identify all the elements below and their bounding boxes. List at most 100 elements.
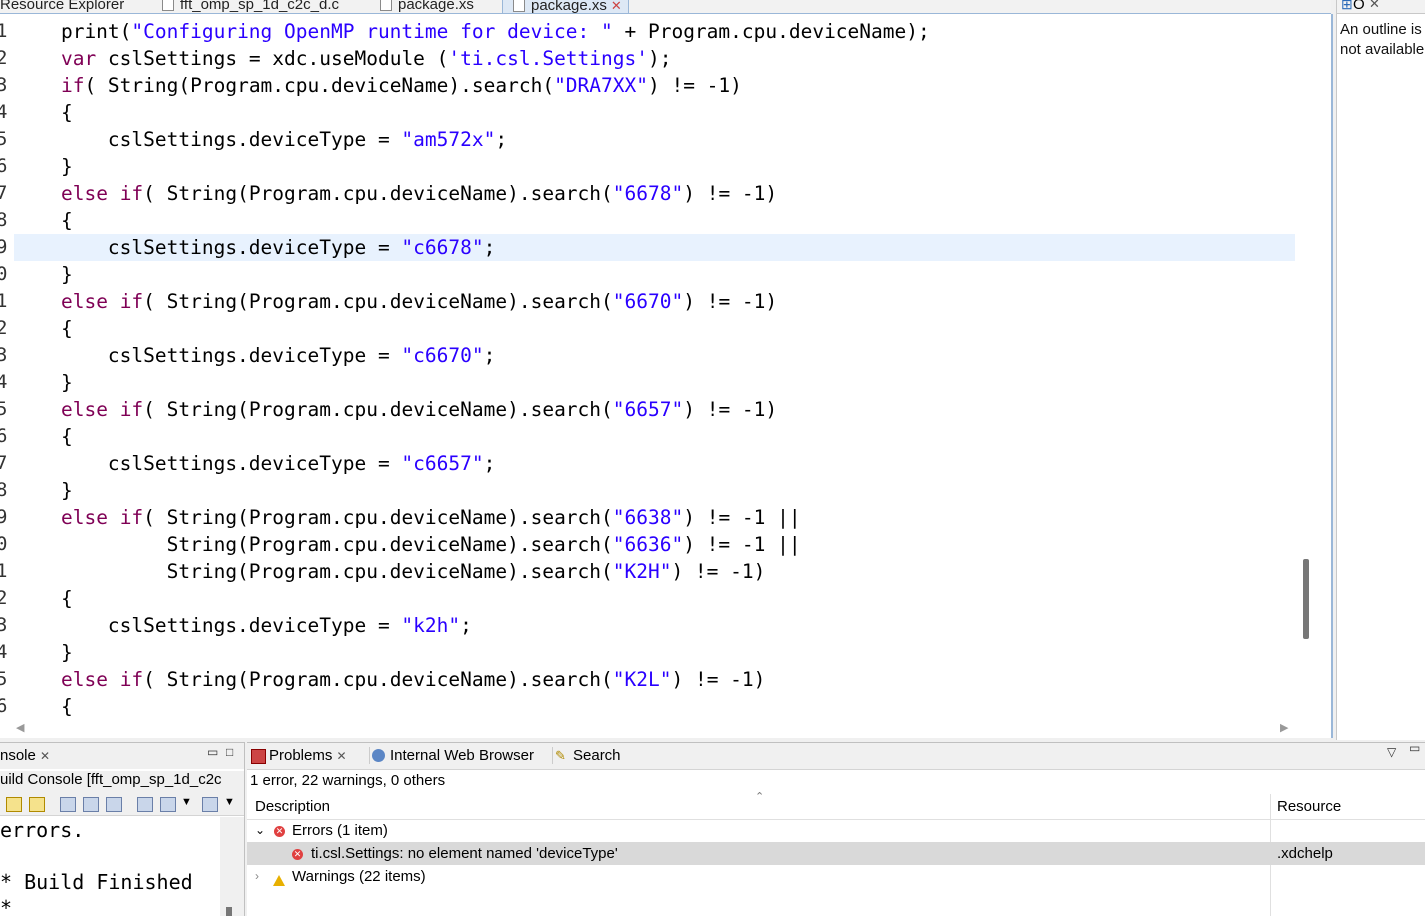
console-options-icon[interactable] xyxy=(106,797,122,812)
console-view: nsole ✕ ▭ □ uild Console [fft_omp_sp_1d_… xyxy=(0,742,245,916)
code-line[interactable]: cslSettings.deviceType = "am572x"; xyxy=(14,126,1295,153)
maximize-icon[interactable]: □ xyxy=(226,745,233,759)
console-tab[interactable]: nsole ✕ xyxy=(0,747,50,764)
line-number: 2 xyxy=(0,315,10,342)
problems-icon xyxy=(251,749,266,764)
xs-file-icon xyxy=(513,0,525,12)
close-icon[interactable]: ✕ xyxy=(1369,0,1380,12)
chevron-down-icon[interactable]: ▼ xyxy=(224,796,235,808)
line-number: 0 xyxy=(0,531,10,558)
console-scrollbar[interactable] xyxy=(220,817,244,916)
code-line[interactable]: { xyxy=(14,99,1295,126)
errors-group-row[interactable]: ⌄ ✕ Errors (1 item) xyxy=(247,819,1425,842)
line-number: 5 xyxy=(0,666,10,693)
chevron-down-icon[interactable]: ▼ xyxy=(181,796,192,808)
c-file-icon xyxy=(162,0,174,11)
tab-label: Resource Explorer xyxy=(0,0,125,13)
tab-label: fft_omp_sp_1d_c2c_d.c xyxy=(180,0,340,13)
display-console-icon[interactable] xyxy=(160,797,176,812)
tab-problems[interactable]: Problems ✕ xyxy=(249,747,347,764)
editor-tab-bar: Resource Explorer fft_omp_sp_1d_c2c_d.c … xyxy=(0,0,1331,14)
horizontal-scrollbar[interactable]: ◀ ▶ xyxy=(0,720,1296,738)
scroll-lock-icon[interactable] xyxy=(29,797,45,812)
warnings-group-label: Warnings (22 items) xyxy=(292,868,426,885)
console-tab-row: nsole ✕ ▭ □ xyxy=(0,743,244,769)
close-icon[interactable]: ✕ xyxy=(337,749,347,763)
scroll-left-icon[interactable]: ◀ xyxy=(16,721,24,734)
code-line[interactable]: if( String(Program.cpu.deviceName).searc… xyxy=(14,72,1295,99)
code-line[interactable]: String(Program.cpu.deviceName).search("K… xyxy=(14,558,1295,585)
minimize-icon[interactable]: ▭ xyxy=(207,745,218,759)
tab-fft-file[interactable]: fft_omp_sp_1d_c2c_d.c xyxy=(162,0,339,13)
line-number: 6 xyxy=(0,693,10,720)
code-line[interactable]: cslSettings.deviceType = "c6670"; xyxy=(14,342,1295,369)
line-number: 8 xyxy=(0,477,10,504)
column-description[interactable]: Description xyxy=(255,798,330,815)
error-item-row[interactable]: ✕ ti.csl.Settings: no element named 'dev… xyxy=(247,842,1425,865)
tab-package-xs-active[interactable]: package.xs ✕ xyxy=(502,0,629,14)
code-line[interactable]: cslSettings.deviceType = "c6678"; xyxy=(14,234,1295,261)
chevron-down-icon[interactable]: ⌄ xyxy=(255,819,265,842)
line-number: 1 xyxy=(0,558,10,585)
code-line[interactable]: { xyxy=(14,585,1295,612)
scroll-right-icon[interactable]: ▶ xyxy=(1280,721,1288,734)
outline-tab[interactable]: ⊞ O ✕ xyxy=(1337,0,1425,14)
minimize-icon[interactable]: ▭ xyxy=(1409,743,1420,755)
tab-internal-web-browser[interactable]: Internal Web Browser xyxy=(369,747,534,764)
clear-console-icon[interactable] xyxy=(60,797,76,812)
line-number-ruler: 12345678901234567890123456 xyxy=(0,14,14,720)
tab-search[interactable]: ✎ Search xyxy=(552,747,621,764)
copy-build-log-icon[interactable] xyxy=(83,797,99,812)
code-line[interactable]: var cslSettings = xdc.useModule ('ti.csl… xyxy=(14,45,1295,72)
warnings-group-row[interactable]: › Warnings (22 items) xyxy=(247,865,1425,888)
problems-summary: 1 error, 22 warnings, 0 others xyxy=(250,772,446,789)
code-line[interactable]: else if( String(Program.cpu.deviceName).… xyxy=(14,504,1295,531)
line-number: 1 xyxy=(0,288,10,315)
tab-resource-explorer[interactable]: Resource Explorer xyxy=(0,0,124,13)
new-console-icon[interactable] xyxy=(202,797,218,812)
tab-label: Problems xyxy=(269,747,333,764)
pin-icon[interactable] xyxy=(6,797,22,812)
code-line[interactable]: String(Program.cpu.deviceName).search("6… xyxy=(14,531,1295,558)
code-line[interactable]: cslSettings.deviceType = "k2h"; xyxy=(14,612,1295,639)
code-line[interactable]: } xyxy=(14,639,1295,666)
outline-view: ⊞ O ✕ An outline is not available. xyxy=(1336,0,1425,740)
code-line[interactable]: { xyxy=(14,693,1295,720)
line-number: 4 xyxy=(0,369,10,396)
code-line[interactable]: else if( String(Program.cpu.deviceName).… xyxy=(14,666,1295,693)
line-number: 7 xyxy=(0,180,10,207)
chevron-right-icon[interactable]: › xyxy=(255,865,259,888)
code-line[interactable]: { xyxy=(14,315,1295,342)
problems-tab-row: Problems ✕ Internal Web Browser ✎ Search … xyxy=(247,743,1425,770)
code-line[interactable]: } xyxy=(14,261,1295,288)
code-line[interactable]: print("Configuring OpenMP runtime for de… xyxy=(14,18,1295,45)
line-number: 6 xyxy=(0,423,10,450)
code-line[interactable]: else if( String(Program.cpu.deviceName).… xyxy=(14,180,1295,207)
tab-label: package.xs xyxy=(531,0,607,14)
outline-icon: ⊞ xyxy=(1341,0,1353,12)
console-output[interactable]: errors. * Build Finished * xyxy=(0,817,193,916)
code-line[interactable]: cslSettings.deviceType = "c6657"; xyxy=(14,450,1295,477)
column-resource[interactable]: Resource xyxy=(1277,798,1341,815)
xs-file-icon xyxy=(380,0,392,11)
close-icon[interactable]: ✕ xyxy=(40,749,50,763)
code-line[interactable]: } xyxy=(14,477,1295,504)
error-icon: ✕ xyxy=(274,826,285,837)
code-line[interactable]: else if( String(Program.cpu.deviceName).… xyxy=(14,288,1295,315)
tab-label: Internal Web Browser xyxy=(390,747,534,764)
tab-package-xs-1[interactable]: package.xs xyxy=(380,0,474,13)
view-menu-icon[interactable]: ▽ xyxy=(1387,745,1396,759)
vertical-scrollbar-thumb[interactable] xyxy=(1303,559,1309,639)
code-line[interactable]: { xyxy=(14,423,1295,450)
tab-label: Search xyxy=(573,747,621,764)
close-icon[interactable]: ✕ xyxy=(611,0,622,13)
code-line[interactable]: { xyxy=(14,207,1295,234)
code-line[interactable]: } xyxy=(14,153,1295,180)
code-line[interactable]: else if( String(Program.cpu.deviceName).… xyxy=(14,396,1295,423)
code-editor[interactable]: 12345678901234567890123456 print("Config… xyxy=(0,14,1333,738)
globe-icon xyxy=(372,749,385,762)
tab-label: package.xs xyxy=(398,0,474,13)
line-number: 6 xyxy=(0,153,10,180)
code-line[interactable]: } xyxy=(14,369,1295,396)
open-console-icon[interactable] xyxy=(137,797,153,812)
